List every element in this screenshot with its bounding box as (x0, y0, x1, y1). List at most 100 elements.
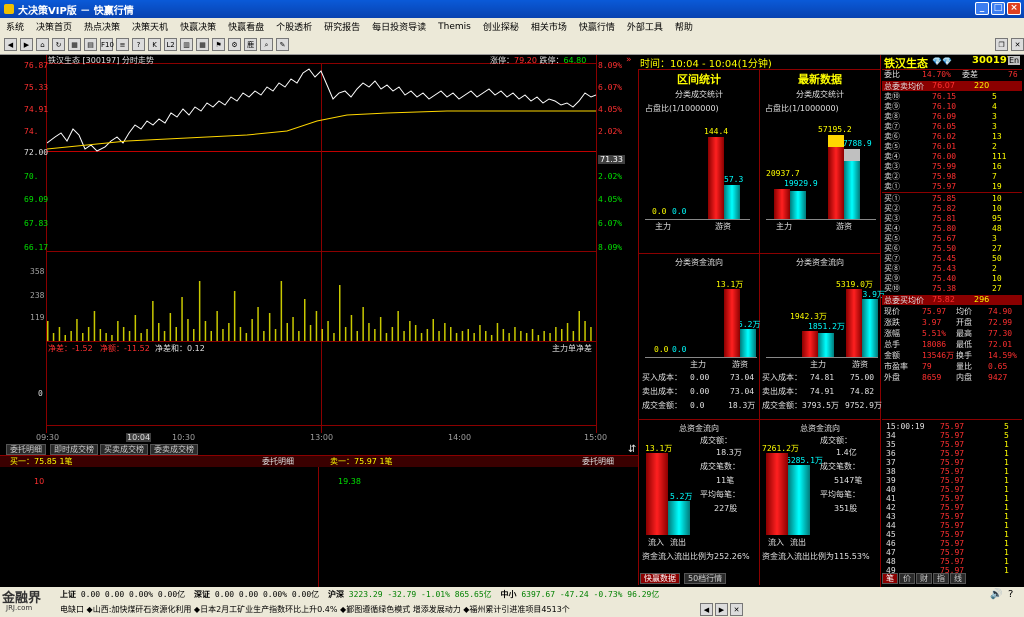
prev-icon[interactable]: ◀ (700, 603, 713, 616)
tab-instant-deal[interactable]: 即时成交榜 (50, 444, 98, 455)
menu-hot[interactable]: 热点决策 (78, 20, 126, 33)
fund-in-bar (724, 289, 740, 357)
settings-icon[interactable]: ⚙ (228, 38, 241, 51)
volume-bar (420, 333, 423, 341)
menu-help[interactable]: 帮助 (669, 20, 699, 33)
deer-icon[interactable]: 鹿 (244, 38, 257, 51)
tab-50-levels[interactable]: 50档行情 (684, 573, 727, 584)
bid-row[interactable]: 买⑥ 75.50 27 (882, 244, 1022, 254)
close-ticker-icon[interactable]: ✕ (730, 603, 743, 616)
menu-market[interactable]: 相关市场 (525, 20, 573, 33)
sound-icon[interactable]: 🔊 (990, 589, 1002, 600)
tab-line[interactable]: 线 (950, 573, 966, 584)
tab-bs-deal[interactable]: 买卖成交榜 (100, 444, 148, 455)
forward-icon[interactable]: ▶ (20, 38, 33, 51)
kline-icon[interactable]: K (148, 38, 161, 51)
ask-price: 75.97 (932, 182, 957, 191)
tab-tick[interactable]: 笔 (882, 573, 898, 584)
table-icon[interactable]: ▦ (196, 38, 209, 51)
grid-icon[interactable]: ▦ (68, 38, 81, 51)
tab-kuaiying-data[interactable]: 快赢数据 (640, 573, 680, 584)
ask-row[interactable]: 卖⑦ 76.05 3 (882, 122, 1022, 132)
volume-bar (344, 327, 347, 341)
ask-row[interactable]: 卖③ 75.99 16 (882, 162, 1022, 172)
en-button[interactable]: En (1008, 56, 1021, 65)
menu-home[interactable]: 决策首页 (30, 20, 78, 33)
bid-row[interactable]: 买⑧ 75.43 2 (882, 264, 1022, 274)
bid-row[interactable]: 买⑨ 75.40 10 (882, 274, 1022, 284)
title-bar: 大决策VIP版 － 快赢行情 _ □ × (0, 0, 1024, 18)
volume-bar (251, 319, 253, 341)
minimize-button[interactable]: _ (975, 2, 989, 15)
menu-chuangye[interactable]: 创业探秘 (477, 20, 525, 33)
level2-icon[interactable]: L2 (164, 38, 177, 51)
quote-field-row[interactable]: 外盘 8659 内盘 9427 (882, 373, 1022, 383)
bid-row[interactable]: 买② 75.82 10 (882, 204, 1022, 214)
ask-avg-price: 76.07 (932, 81, 955, 90)
tab-index[interactable]: 指 (933, 573, 949, 584)
bid-row[interactable]: 买① 75.85 10 (882, 194, 1022, 204)
bid-row[interactable]: 买⑦ 75.45 50 (882, 254, 1022, 264)
next-icon[interactable]: ▶ (715, 603, 728, 616)
help-icon[interactable]: ? (132, 38, 145, 51)
maximize-button[interactable]: □ (991, 2, 1005, 15)
home-icon[interactable]: ⌂ (36, 38, 49, 51)
search-icon[interactable]: ⌕ (260, 38, 273, 51)
volume-bar (128, 331, 131, 341)
quote-field-row[interactable]: 金额 13546万 换手 14.59% (882, 351, 1022, 361)
menu-stock[interactable]: 个股透析 (270, 20, 318, 33)
menu-themis[interactable]: Themis (432, 22, 477, 32)
refresh-icon[interactable]: ↻ (52, 38, 65, 51)
ask-row[interactable]: 卖⑤ 76.01 2 (882, 142, 1022, 152)
bid-row[interactable]: 买③ 75.81 95 (882, 214, 1022, 224)
menu-system[interactable]: 系统 (0, 20, 30, 33)
quote-field-row[interactable]: 总手 18086 最低 72.01 (882, 340, 1022, 350)
ask-row[interactable]: 卖⑨ 76.10 4 (882, 102, 1022, 112)
window-restore-icon[interactable]: ❐ (995, 38, 1008, 51)
ask-row[interactable]: 卖② 75.98 7 (882, 172, 1022, 182)
quote-field-row[interactable]: 现价 75.97 均价 74.90 (882, 307, 1022, 317)
f10-icon[interactable]: F10 (100, 38, 114, 51)
collapse-icon[interactable]: » (626, 55, 638, 67)
menu-kuaiying[interactable]: 快赢决策 (174, 20, 222, 33)
time-tick: 10:30 (172, 433, 196, 442)
chart-icon[interactable]: ▤ (84, 38, 97, 51)
bid-row[interactable]: 买⑩ 75.38 27 (882, 284, 1022, 294)
bid-price: 75.50 (932, 244, 957, 253)
quote-field-row[interactable]: 涨跌 3.97 开盘 72.99 (882, 318, 1022, 328)
ask-row[interactable]: 卖⑩ 76.15 5 (882, 92, 1022, 102)
list-icon[interactable]: ≡ (116, 38, 129, 51)
volume-bar (52, 333, 55, 341)
window-close-icon[interactable]: ✕ (1011, 38, 1024, 51)
bid-row[interactable]: 买④ 75.80 48 (882, 224, 1022, 234)
quote-field-row[interactable]: 市盈率 79 量比 0.65 (882, 362, 1022, 372)
back-icon[interactable]: ◀ (4, 38, 17, 51)
pin-icon[interactable]: ⇵ (628, 444, 636, 455)
volume-bar (263, 331, 265, 341)
menu-tianji[interactable]: 决策天机 (126, 20, 174, 33)
flag-icon[interactable]: ⚑ (212, 38, 225, 51)
menu-tools[interactable]: 外部工具 (621, 20, 669, 33)
intraday-chart[interactable] (47, 63, 596, 343)
quote-field-row[interactable]: 涨幅 5.51% 最高 77.30 (882, 329, 1022, 339)
tab-finance[interactable]: 财 (916, 573, 932, 584)
menu-quote[interactable]: 快赢行情 (573, 20, 621, 33)
ask-row[interactable]: 卖④ 76.00 111 (882, 152, 1022, 162)
close-button[interactable]: × (1007, 2, 1021, 15)
bid-row[interactable]: 买⑤ 75.67 3 (882, 234, 1022, 244)
note-icon[interactable]: ✎ (276, 38, 289, 51)
help-status-icon[interactable]: ? (1008, 589, 1013, 600)
tab-order-detail[interactable]: 委托明细 (6, 444, 46, 455)
menu-research[interactable]: 研究报告 (318, 20, 366, 33)
bar-icon[interactable]: ▥ (180, 38, 193, 51)
ask-volume: 13 (992, 132, 1002, 141)
news-ticker[interactable]: 电缺口 ◆山西:加快煤矸石资源化利用 ◆日本2月工矿业生产指数环比上升0.4% … (60, 604, 700, 615)
ask-row[interactable]: 卖⑧ 76.09 3 (882, 112, 1022, 122)
menu-kanpan[interactable]: 快赢看盘 (222, 20, 270, 33)
bid-volume: 10 (992, 204, 1002, 213)
ask-row[interactable]: 卖⑥ 76.02 13 (882, 132, 1022, 142)
ask-row[interactable]: 卖① 75.97 19 (882, 182, 1022, 192)
tab-sell-deal[interactable]: 委卖成交榜 (150, 444, 198, 455)
tab-price[interactable]: 价 (899, 573, 915, 584)
menu-daily[interactable]: 每日投资导读 (366, 20, 432, 33)
